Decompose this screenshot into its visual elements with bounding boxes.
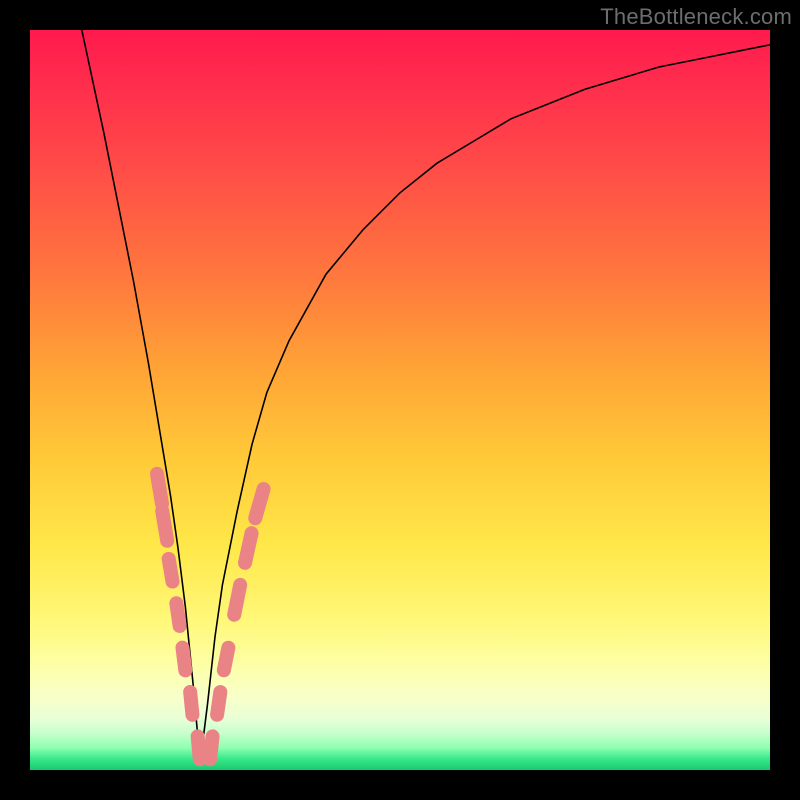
curve-marker xyxy=(175,640,193,678)
curve-marker xyxy=(247,480,273,527)
curve-marker xyxy=(237,525,260,571)
curve-marker xyxy=(161,551,181,590)
plot-area xyxy=(30,30,770,770)
curve-marker xyxy=(216,639,237,678)
curve-marker xyxy=(202,729,220,767)
watermark-text: TheBottleneck.com xyxy=(600,4,792,30)
curve-marker xyxy=(226,577,248,623)
outer-frame: TheBottleneck.com xyxy=(0,0,800,800)
curve-marker xyxy=(182,684,200,722)
chart-svg xyxy=(30,30,770,770)
marker-group xyxy=(149,466,272,767)
curve-marker xyxy=(209,684,228,723)
